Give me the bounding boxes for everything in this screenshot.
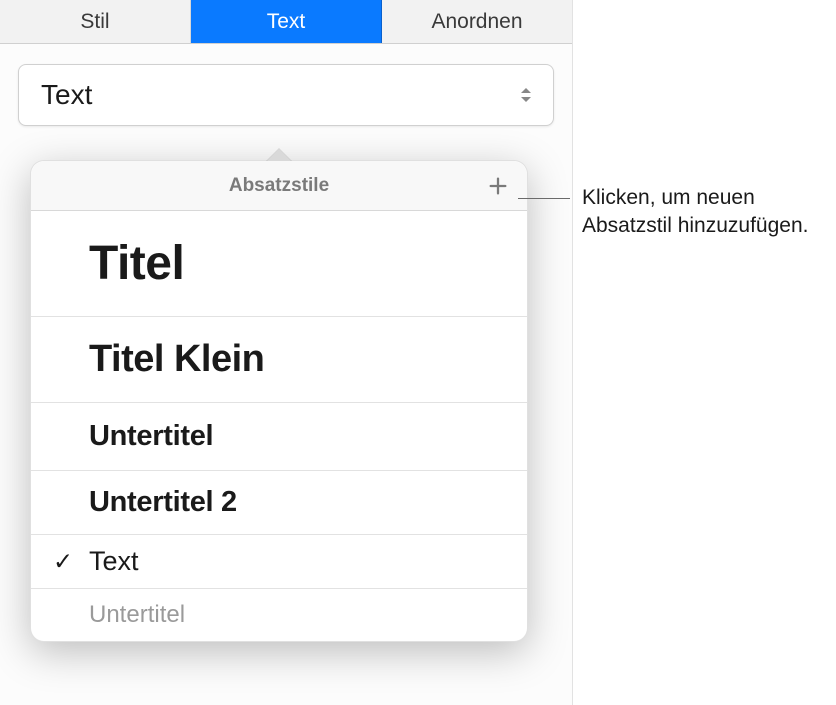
tab-style-label: Stil <box>80 10 109 34</box>
style-item-untertitel-small[interactable]: Untertitel <box>31 589 527 641</box>
callout-leader-line <box>518 198 570 199</box>
popover-title: Absatzstile <box>229 175 329 197</box>
style-item-label: Untertitel 2 <box>89 486 237 519</box>
style-item-untertitel-2[interactable]: Untertitel 2 <box>31 471 527 535</box>
format-panel: Stil Text Anordnen Text Absatzstile <box>0 0 573 705</box>
tab-bar: Stil Text Anordnen <box>0 0 572 44</box>
style-item-untertitel[interactable]: Untertitel <box>31 403 527 471</box>
style-item-label: Text <box>89 546 139 577</box>
style-item-label: Titel <box>89 236 184 291</box>
plus-icon <box>487 175 509 197</box>
chevron-updown-icon <box>521 88 531 102</box>
tab-text-label: Text <box>267 10 306 34</box>
tab-arrange[interactable]: Anordnen <box>382 0 572 43</box>
paragraph-style-list: Titel Titel Klein Untertitel Untertitel … <box>31 211 527 641</box>
tab-text[interactable]: Text <box>191 0 382 43</box>
style-item-label: Untertitel <box>89 601 185 629</box>
style-item-text[interactable]: ✓ Text <box>31 535 527 589</box>
checkmark-icon: ✓ <box>53 547 73 576</box>
callout-text: Klicken, um neuen Absatzstil hinzuzufüge… <box>582 184 822 241</box>
style-item-label: Titel Klein <box>89 338 264 381</box>
tab-arrange-label: Anordnen <box>431 10 522 34</box>
style-item-label: Untertitel <box>89 420 213 453</box>
popover-header: Absatzstile <box>31 161 527 211</box>
style-item-titel[interactable]: Titel <box>31 211 527 317</box>
tab-style[interactable]: Stil <box>0 0 191 43</box>
paragraph-style-selector[interactable]: Text <box>18 64 554 126</box>
paragraph-styles-popover: Absatzstile Titel Titel Klein Untertitel… <box>30 160 528 642</box>
paragraph-style-selector-area: Text <box>0 44 572 146</box>
paragraph-style-current: Text <box>41 79 92 111</box>
style-item-titel-klein[interactable]: Titel Klein <box>31 317 527 403</box>
add-paragraph-style-button[interactable] <box>485 173 511 199</box>
